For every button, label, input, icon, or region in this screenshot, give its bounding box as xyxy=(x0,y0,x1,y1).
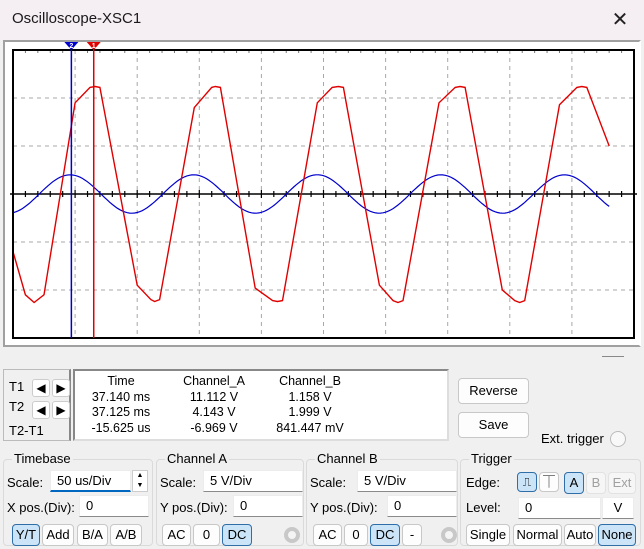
cell: -15.625 us xyxy=(91,420,151,435)
time-column: Time 37.140 ms 37.125 ms -15.625 us xyxy=(77,374,165,436)
t2-label: T2 xyxy=(9,399,25,414)
trigger-level-unit[interactable]: V xyxy=(602,497,634,519)
cell: 4.143 V xyxy=(192,405,236,419)
trigger-title: Trigger xyxy=(469,451,514,466)
rising-edge-icon[interactable]: ⎍ xyxy=(517,472,537,492)
t1-left-arrow-icon[interactable]: ◀ xyxy=(32,379,50,397)
header-channel-a: Channel_A xyxy=(183,374,245,388)
channel-a-dc-button[interactable]: DC xyxy=(222,524,252,546)
ext-trigger-label: Ext. trigger xyxy=(541,431,604,446)
cursor-t1[interactable]: 1 xyxy=(86,42,101,338)
channel-a-ac-button[interactable]: AC xyxy=(162,524,191,546)
channel-b-ypos-input[interactable]: 0 xyxy=(387,495,457,517)
channel-b-invert-button[interactable]: - xyxy=(402,524,422,546)
cell: 841.447 mV xyxy=(276,420,344,435)
mode-ba-button[interactable]: B/A xyxy=(77,524,108,546)
channel-a-scale-input[interactable]: 5 V/Div xyxy=(203,470,303,492)
channel-b-ypos-label: Y pos.(Div): xyxy=(310,500,378,515)
trigger-auto-button[interactable]: Auto xyxy=(564,524,596,546)
cell: 37.140 ms xyxy=(91,389,151,404)
trigger-normal-button[interactable]: Normal xyxy=(513,524,562,546)
mode-ab-button[interactable]: A/B xyxy=(110,524,142,546)
reverse-button[interactable]: Reverse xyxy=(458,378,529,404)
trigger-source-ext-button[interactable]: Ext xyxy=(608,472,636,494)
timebase-xpos-label: X pos.(Div): xyxy=(7,500,75,515)
header-time: Time xyxy=(107,374,135,388)
t2-t1-label: T2-T1 xyxy=(9,423,44,438)
timebase-xpos-input[interactable]: 0 xyxy=(79,495,149,517)
save-button[interactable]: Save xyxy=(458,412,529,438)
channel-b-scale-label: Scale: xyxy=(310,475,347,490)
mode-add-button[interactable]: Add xyxy=(42,524,74,546)
cursor1-label: 1 xyxy=(92,43,96,50)
channel-a-column: Channel_A 11.112 V 4.143 V -6.969 V xyxy=(173,374,255,436)
falling-edge-icon[interactable]: ⏉ xyxy=(539,472,559,492)
ext-trigger-terminal[interactable] xyxy=(610,431,626,447)
channel-b-terminal[interactable] xyxy=(441,527,457,543)
trigger-source-b-button[interactable]: B xyxy=(586,472,606,494)
channel-a-zero-button[interactable]: 0 xyxy=(193,524,220,546)
trigger-single-button[interactable]: Single xyxy=(466,524,510,546)
trigger-edge-label: Edge: xyxy=(466,475,500,490)
spin-down-icon[interactable]: ▼ xyxy=(133,481,147,491)
t2-right-arrow-icon[interactable]: ▶ xyxy=(52,401,70,419)
spin-up-icon[interactable]: ▲ xyxy=(133,471,147,481)
channel-b-zero-button[interactable]: 0 xyxy=(344,524,368,546)
cell: 11.112 V xyxy=(189,389,239,404)
channel-b-group: Channel B Scale: 5 V/Div Y pos.(Div): 0 … xyxy=(306,451,458,546)
header-channel-b: Channel_B xyxy=(279,374,341,388)
trigger-group: Trigger Edge: ⎍ ⏉ A B Ext Level: 0 V Sin… xyxy=(460,451,641,546)
trigger-level-label: Level: xyxy=(466,500,501,515)
channel-a-ypos-input[interactable]: 0 xyxy=(233,495,303,517)
cursor-readout-table: Time 37.140 ms 37.125 ms -15.625 us Chan… xyxy=(73,369,449,441)
channel-b-title: Channel B xyxy=(315,451,380,466)
cursor-t2[interactable]: 2 xyxy=(64,42,79,338)
cursor2-label: 2 xyxy=(69,43,73,50)
scope-display[interactable]: 2 1 xyxy=(0,0,644,350)
cell: 1.999 V xyxy=(288,405,332,419)
channel-b-ac-button[interactable]: AC xyxy=(313,524,342,546)
mode-yt-button[interactable]: Y/T xyxy=(12,524,40,546)
cell: 37.125 ms xyxy=(91,405,151,419)
t2-left-arrow-icon[interactable]: ◀ xyxy=(32,401,50,419)
cursor-controls: T1 T2 T2-T1 ◀ ▶ ◀ ▶ xyxy=(3,369,71,441)
cell: -6.969 V xyxy=(190,420,238,435)
trigger-none-button[interactable]: None xyxy=(598,524,636,546)
timebase-title: Timebase xyxy=(12,451,73,466)
channel-a-scale-label: Scale: xyxy=(160,475,197,490)
trigger-level-input[interactable]: 0 xyxy=(518,497,601,519)
timebase-scale-input[interactable]: 50 us/Div xyxy=(50,470,131,492)
timebase-scale-label: Scale: xyxy=(7,475,44,490)
channel-b-column: Channel_B 1.158 V 1.999 V 841.447 mV xyxy=(265,374,355,436)
channel-a-group: Channel A Scale: 5 V/Div Y pos.(Div): 0 … xyxy=(156,451,304,546)
resize-divider[interactable] xyxy=(602,356,624,357)
timebase-scale-spinner[interactable]: ▲ ▼ xyxy=(132,470,148,492)
channel-a-title: Channel A xyxy=(165,451,229,466)
timebase-group: Timebase Scale: 50 us/Div ▲ ▼ X pos.(Div)… xyxy=(3,451,153,546)
cell: 1.158 V xyxy=(288,389,332,404)
channel-b-scale-input[interactable]: 5 V/Div xyxy=(357,470,457,492)
trigger-source-a-button[interactable]: A xyxy=(564,472,584,494)
channel-a-terminal[interactable] xyxy=(284,527,300,543)
t1-label: T1 xyxy=(9,379,25,394)
channel-a-ypos-label: Y pos.(Div): xyxy=(160,500,228,515)
channel-b-dc-button[interactable]: DC xyxy=(370,524,400,546)
t1-right-arrow-icon[interactable]: ▶ xyxy=(52,379,70,397)
